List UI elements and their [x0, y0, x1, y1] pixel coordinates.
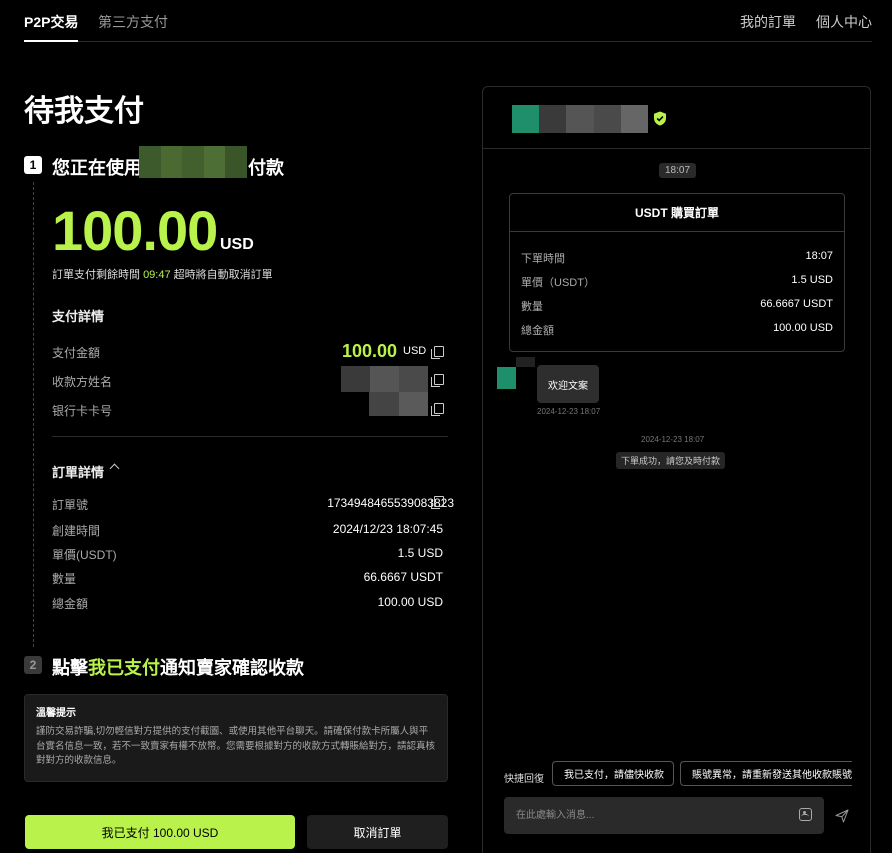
copy-icon[interactable]	[431, 374, 444, 387]
countdown-prefix: 訂單支付剩餘時間	[52, 269, 140, 281]
order-card-label: 總金額	[521, 325, 554, 337]
notice-title: 溫馨提示	[36, 708, 76, 719]
copy-icon[interactable]	[431, 403, 444, 416]
payment-currency: USD	[220, 236, 254, 253]
order-card: USDT 購買訂單 下單時間 18:07 單價（USDT） 1.5 USD 數量…	[509, 193, 845, 352]
pay-details-title: 支付詳情	[52, 309, 105, 324]
countdown-suffix: 超時將自動取消訂單	[173, 269, 273, 281]
tab-p2p-label: P2P交易	[24, 14, 79, 30]
payee-name-label: 收款方姓名	[52, 375, 113, 389]
verified-shield-icon	[654, 111, 666, 126]
total-value: 100.00 USD	[377, 595, 443, 609]
quick-reply-button[interactable]: 我已支付，請儘快收款	[552, 761, 674, 786]
bank-card-label: 银行卡卡号	[52, 404, 113, 418]
payee-name-redacted	[341, 366, 428, 392]
system-message: 下單成功，請您及時付款	[616, 452, 726, 469]
image-icon[interactable]	[799, 808, 812, 821]
quantity-value: 66.6667 USDT	[363, 570, 443, 584]
quick-reply-label: 快捷回復	[504, 774, 544, 785]
active-tab-indicator	[24, 40, 79, 42]
created-time-label: 創建時間	[52, 524, 101, 538]
order-id-label: 訂單號	[52, 498, 89, 512]
quantity-label: 數量	[52, 572, 77, 586]
chat-header	[483, 87, 870, 149]
notice-body: 謹防交易詐騙,切勿輕信對方提供的支付截圖、或使用其他平台聊天。請確保付款卡所屬人…	[36, 726, 436, 767]
tab-p2p[interactable]: P2P交易	[24, 12, 79, 42]
send-icon[interactable]	[835, 809, 849, 823]
order-card-value: 100.00 USD	[773, 322, 833, 334]
step-2-number: 2	[24, 656, 42, 674]
seller-avatar-redacted	[512, 105, 649, 133]
message-avatar-redacted	[497, 357, 535, 389]
user-center-link[interactable]: 個人中心	[816, 12, 872, 32]
order-card-title: USDT 購買訂單	[510, 194, 844, 232]
cancel-order-button[interactable]: 取消訂單	[307, 815, 448, 849]
section-divider	[52, 436, 448, 437]
step-1-suffix: 付款	[248, 158, 284, 178]
message-time: 2024-12-23 18:07	[537, 407, 601, 416]
chat-input-box	[504, 797, 824, 834]
order-card-value: 1.5 USD	[791, 274, 833, 286]
message-bubble: 欢迎文案	[537, 365, 599, 403]
step-1-label: 您正在使用	[52, 158, 142, 178]
step-2-highlight: 我已支付	[88, 658, 160, 678]
chat-panel: 18:07 USDT 購買訂單 下單時間 18:07 單價（USDT） 1.5 …	[482, 86, 871, 853]
page-title: 待我支付	[24, 95, 144, 128]
order-card-value: 18:07	[805, 250, 833, 262]
step-2-prefix: 點擊	[52, 658, 88, 678]
order-details-title[interactable]: 訂單詳情	[52, 462, 104, 481]
step-timeline	[33, 182, 34, 647]
chat-time-pill: 18:07	[659, 163, 697, 178]
countdown-time: 09:47	[143, 269, 171, 281]
step-2-label: 點擊我已支付通知賣家確認收款	[52, 654, 304, 680]
pay-amount-value: 100.00	[342, 341, 398, 361]
order-card-label: 數量	[521, 301, 543, 313]
paid-button[interactable]: 我已支付 100.00 USD	[25, 815, 295, 849]
order-card-label: 單價（USDT）	[521, 277, 595, 289]
chat-message-input[interactable]	[516, 797, 776, 834]
created-time-value: 2024/12/23 18:07:45	[332, 522, 443, 536]
pay-amount-currency: USD	[403, 345, 427, 357]
total-label: 總金額	[52, 597, 89, 611]
system-message-time: 2024-12-23 18:07	[641, 435, 705, 444]
quick-reply-button[interactable]: 賬號異常，請重新發送其他收款賬號	[680, 761, 852, 786]
payment-amount: 100.00	[52, 199, 218, 262]
order-card-value: 66.6667 USDT	[760, 298, 833, 310]
order-card-label: 下單時間	[521, 253, 565, 265]
pay-amount-label: 支付金額	[52, 346, 101, 360]
step-2-suffix: 通知賣家確認收款	[160, 658, 304, 678]
chevron-up-icon[interactable]	[109, 463, 120, 474]
step-1-number: 1	[24, 156, 42, 174]
countdown-text: 訂單支付剩餘時間 09:47 超時將自動取消訂單	[52, 266, 273, 282]
copy-icon[interactable]	[431, 496, 444, 509]
my-orders-link[interactable]: 我的訂單	[740, 12, 796, 32]
bank-card-redacted	[369, 392, 428, 416]
unit-price-label: 單價(USDT)	[52, 548, 117, 562]
payment-method-name-redacted	[139, 146, 247, 178]
copy-icon[interactable]	[431, 346, 444, 359]
unit-price-value: 1.5 USD	[397, 546, 443, 560]
tab-third-party-pay[interactable]: 第三方支付	[98, 12, 168, 32]
notice-box: 溫馨提示 謹防交易詐騙,切勿輕信對方提供的支付截圖、或使用其他平台聊天。請確保付…	[24, 694, 448, 782]
top-nav: P2P交易 第三方支付 我的訂單 個人中心	[24, 0, 872, 42]
